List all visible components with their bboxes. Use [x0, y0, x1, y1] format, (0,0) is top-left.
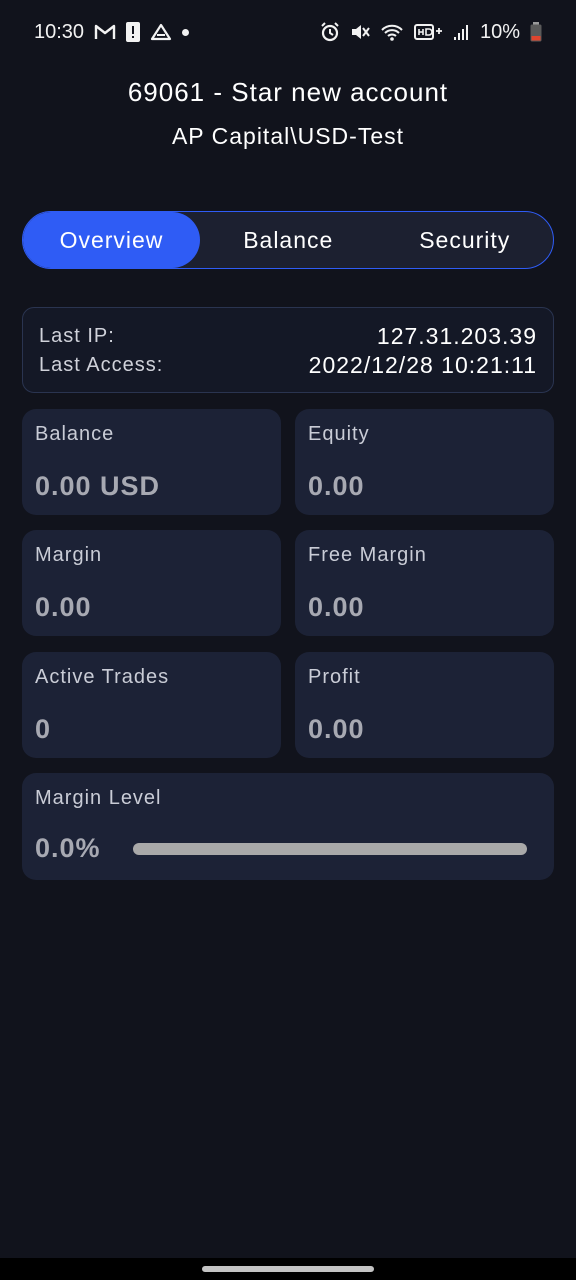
home-gesture-handle[interactable]: [202, 1266, 374, 1272]
tab-bar: Overview Balance Security: [22, 211, 554, 269]
balance-value: 0.00 USD: [35, 471, 161, 501]
account-header: 69061 - Star new account AP Capital\USD-…: [0, 72, 576, 156]
active-trades-value: 0: [35, 714, 52, 744]
free-margin-card: Free Margin 0.00: [295, 530, 554, 636]
hd-icon: [413, 21, 444, 43]
margin-level-value: 0.0%: [35, 833, 101, 863]
battery-icon: [530, 21, 542, 43]
battery-percent: 10%: [479, 20, 520, 43]
equity-value: 0.00: [308, 471, 365, 501]
last-access-label: Last Access:: [39, 354, 164, 376]
status-left: 10:30: [34, 20, 190, 44]
status-time: 10:30: [34, 20, 85, 43]
margin-level-card: Margin Level 0.0%: [22, 773, 554, 880]
last-ip-label: Last IP:: [39, 325, 115, 347]
free-margin-value: 0.00: [308, 592, 365, 622]
active-trades-label: Active Trades: [35, 666, 170, 688]
signal-icon: [453, 21, 470, 43]
account-server: AP Capital\USD-Test: [171, 123, 405, 149]
margin-level-progress: [133, 842, 527, 855]
profit-card: Profit 0.00: [295, 652, 554, 758]
last-ip-value: 127.31.203.39: [376, 323, 537, 349]
margin-level-row: 0.0%: [35, 833, 541, 864]
margin-label: Margin: [35, 544, 103, 566]
tab-security[interactable]: Security: [377, 212, 554, 268]
notification-dot-icon: [182, 28, 190, 36]
alarm-icon: [320, 21, 340, 43]
profit-label: Profit: [308, 666, 361, 688]
navigation-bar: [0, 1258, 576, 1280]
margin-card: Margin 0.00: [22, 530, 281, 636]
app-screen: 10:30 10% 69061 - Star new account AP Ca…: [0, 0, 576, 1280]
access-info-card: Last IP: 127.31.203.39 Last Access: 2022…: [22, 307, 554, 393]
last-ip-row: Last IP: 127.31.203.39: [39, 322, 537, 351]
mute-icon: [350, 21, 370, 43]
equity-card: Equity 0.00: [295, 409, 554, 515]
free-margin-label: Free Margin: [308, 544, 427, 566]
last-access-row: Last Access: 2022/12/28 10:21:11: [39, 351, 537, 380]
active-trades-card: Active Trades 0: [22, 652, 281, 758]
status-right: 10%: [320, 21, 542, 44]
balance-card: Balance 0.00 USD: [22, 409, 281, 515]
last-access-value: 2022/12/28 10:21:11: [308, 352, 537, 378]
wifi-icon: [380, 21, 404, 43]
margin-level-label: Margin Level: [35, 787, 162, 809]
alert-icon: [126, 21, 141, 43]
equity-label: Equity: [308, 423, 370, 445]
balance-label: Balance: [35, 423, 115, 445]
tab-balance[interactable]: Balance: [200, 212, 377, 268]
drive-icon: [150, 21, 172, 43]
margin-value: 0.00: [35, 592, 92, 622]
tab-overview[interactable]: Overview: [23, 212, 200, 268]
gmail-icon: [94, 21, 116, 43]
profit-value: 0.00: [308, 714, 365, 744]
status-bar: 10:30 10%: [0, 0, 576, 64]
account-title: 69061 - Star new account: [127, 77, 449, 107]
